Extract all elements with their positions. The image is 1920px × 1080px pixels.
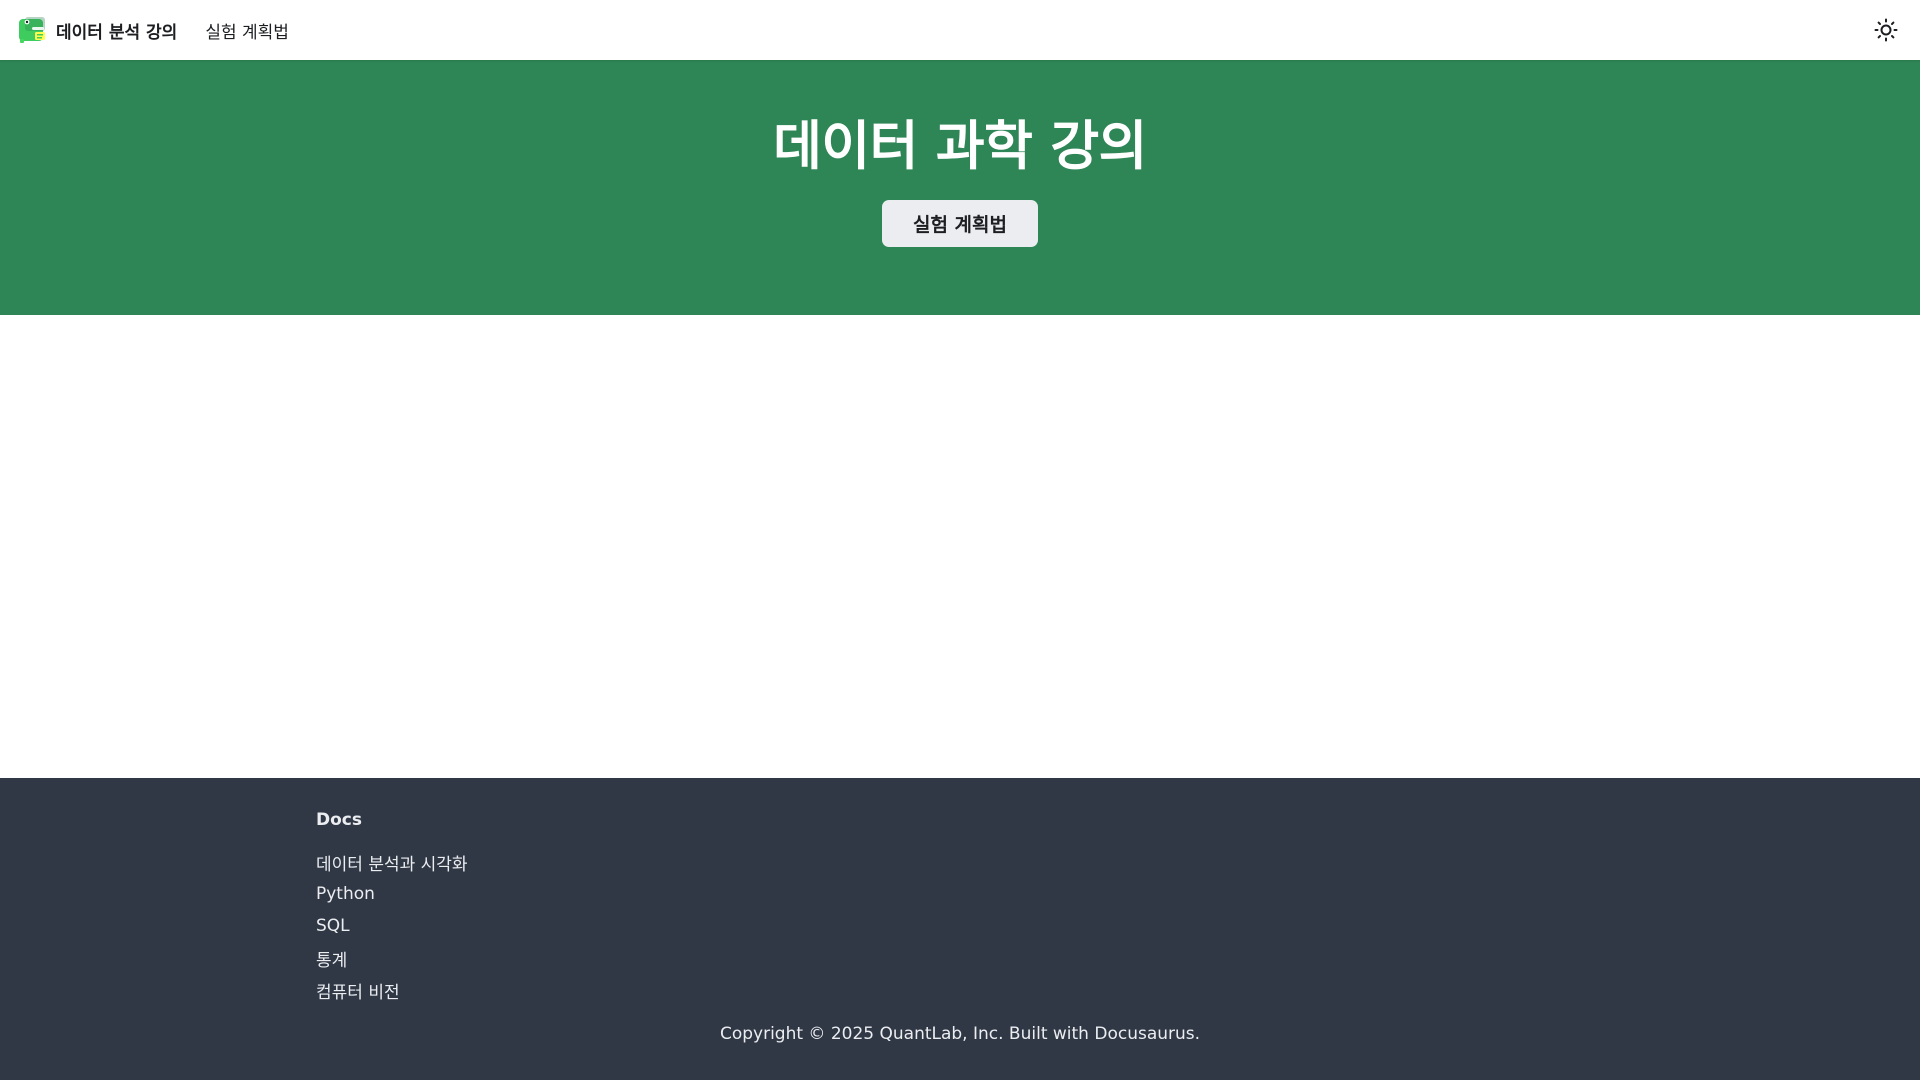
nav-link-experiment-design[interactable]: 실험 계획법 [205, 18, 289, 43]
footer-link-item: SQL [316, 910, 468, 942]
footer-link-item: Python [316, 878, 468, 910]
footer-link-item: 데이터 분석과 시각화 [316, 846, 468, 878]
footer-link-computer-vision[interactable]: 컴퓨터 비전 [316, 978, 400, 1003]
footer-link-python[interactable]: Python [316, 884, 375, 904]
site-footer: Docs 데이터 분석과 시각화 Python SQL 통계 컴퓨터 비전 Co… [0, 778, 1920, 1080]
sun-icon [1874, 18, 1898, 42]
footer-link-statistics[interactable]: 통계 [316, 946, 347, 971]
hero-title: 데이터 과학 강의 [773, 116, 1147, 177]
footer-link-sql[interactable]: SQL [316, 916, 350, 936]
footer-copyright: Copyright © 2025 QuantLab, Inc. Built wi… [719, 1024, 1201, 1044]
footer-link-item: 통계 [316, 942, 468, 974]
footer-docs-column: Docs 데이터 분석과 시각화 Python SQL 통계 컴퓨터 비전 [316, 810, 468, 1006]
site-logo-icon [19, 17, 45, 43]
footer-link-list: 데이터 분석과 시각화 Python SQL 통계 컴퓨터 비전 [316, 846, 468, 1006]
hero-banner: 데이터 과학 강의 실험 계획법 [0, 60, 1920, 315]
footer-link-item: 컴퓨터 비전 [316, 974, 468, 1006]
hero-cta-button[interactable]: 실험 계획법 [882, 200, 1038, 248]
brand-title: 데이터 분석 강의 [56, 22, 178, 43]
footer-column-title: Docs [316, 810, 362, 830]
footer-link-data-analysis[interactable]: 데이터 분석과 시각화 [316, 850, 468, 875]
top-navbar: 데이터 분석 강의 실험 계획법 [0, 0, 1920, 60]
theme-toggle-button[interactable] [1870, 14, 1902, 46]
main-content [0, 315, 1920, 778]
brand-link[interactable]: 데이터 분석 강의 [16, 14, 177, 46]
